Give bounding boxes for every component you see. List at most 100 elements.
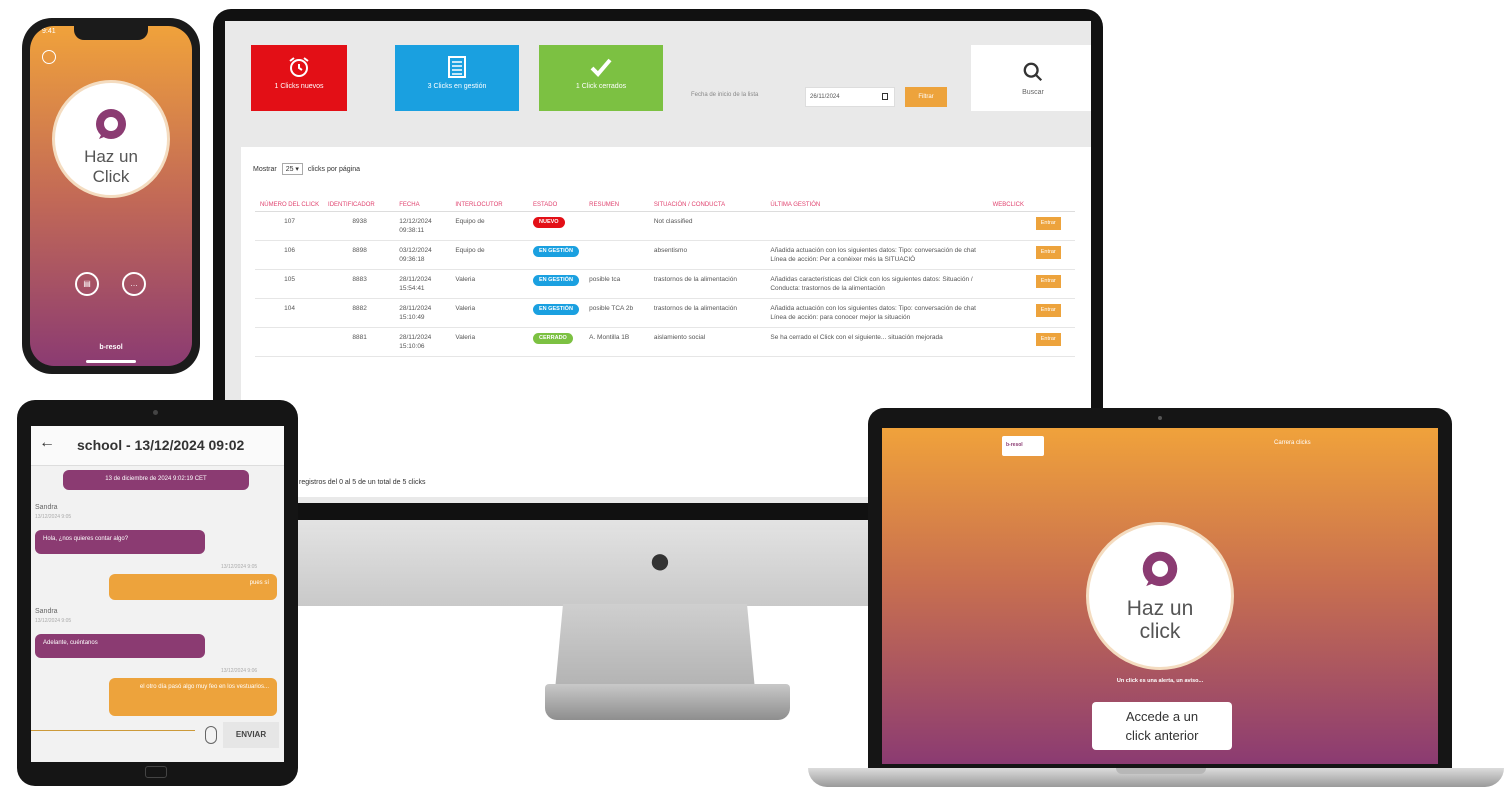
- closed-clicks-card[interactable]: 1 Click cerrados: [539, 45, 663, 111]
- closed-clicks-label: 1 Click cerrados: [575, 83, 627, 90]
- prev-button-line2: click anterior: [1125, 728, 1199, 743]
- cell-action: Entrar: [1031, 211, 1075, 241]
- cell-summary: [585, 211, 650, 241]
- web-menu[interactable]: Carrera clicks: [1274, 440, 1311, 446]
- tablet: ← school - 13/12/2024 09:02 13 de diciem…: [17, 400, 298, 786]
- prev-button-line1: Accede a un: [1125, 709, 1199, 724]
- haz-un-click-button[interactable]: Haz un click: [1086, 522, 1234, 670]
- enter-button[interactable]: Entrar: [1035, 217, 1061, 230]
- cell-identifier: 8881: [324, 327, 396, 357]
- chat-message: Adelante, cuéntanos: [35, 634, 205, 658]
- cell-identifier: 8883: [324, 269, 396, 299]
- clicks-table: NÚMERO DEL CLICK IDENTIFICADOR FECHA INT…: [255, 199, 1075, 357]
- back-arrow-icon[interactable]: ←: [39, 434, 55, 452]
- new-clicks-card[interactable]: 1 Clicks nuevos: [251, 45, 347, 111]
- status-badge: EN GESTIÓN: [533, 275, 579, 286]
- status-badge: EN GESTIÓN: [533, 246, 579, 257]
- enter-button[interactable]: Entrar: [1035, 275, 1061, 288]
- col-summary[interactable]: RESUMEN: [585, 199, 650, 212]
- table-row[interactable]: 105 8883 28/11/2024 15:54:41 Valeria EN …: [255, 269, 1075, 299]
- cell-last-management: Añadida actuación con los siguientes dat…: [766, 298, 989, 328]
- page-size-row: Mostrar 25 ▾ clicks por página: [253, 163, 360, 175]
- chat-message: pues sí: [109, 574, 277, 600]
- home-button[interactable]: [145, 766, 167, 778]
- cell-last-management: Añadidas características del Click con l…: [766, 269, 989, 299]
- col-interlocutor[interactable]: INTERLOCUTOR: [451, 199, 530, 212]
- previous-click-button[interactable]: Accede a un click anterior: [1092, 702, 1232, 750]
- filter-button[interactable]: Filtrar: [905, 87, 947, 107]
- cell-summary: A. Montilla 1B: [585, 327, 650, 357]
- cell-interlocutor: Valeria: [451, 327, 530, 357]
- col-webclick[interactable]: WEBCLICK: [988, 199, 1032, 212]
- monitor-stand: [555, 604, 755, 690]
- phone-title-line1: Haz un: [84, 147, 138, 166]
- message-input[interactable]: [31, 730, 195, 731]
- brand-logo[interactable]: b-resol: [1002, 436, 1044, 456]
- cell-last-management: Añadida actuación con los siguientes dat…: [766, 240, 989, 270]
- in-management-card[interactable]: 3 Clicks en gestión: [395, 45, 519, 111]
- cell-identifier: 8882: [324, 298, 396, 328]
- message-sender: Sandra: [35, 504, 58, 511]
- web-title-line2: click: [1139, 620, 1181, 643]
- enter-button[interactable]: Entrar: [1035, 246, 1061, 259]
- date-filter-value: 26/11/2024: [810, 94, 840, 100]
- table-row[interactable]: 106 8898 03/12/2024 09:36:18 Equipo de E…: [255, 240, 1075, 270]
- cell-situation: trastornos de la alimentación: [649, 298, 767, 328]
- cell-number: 105: [255, 269, 325, 299]
- menu-icon[interactable]: [42, 50, 56, 64]
- devices-mockup: 1 Clicks nuevos 3 Clicks en gestión 1 Cl…: [0, 0, 1506, 789]
- cell-action: Entrar: [1031, 240, 1075, 270]
- col-date[interactable]: FECHA: [395, 199, 452, 212]
- cell-identifier: 8938: [324, 211, 396, 241]
- chat-date-bubble: 13 de diciembre de 2024 9:02:19 CET: [63, 470, 249, 490]
- cell-number: 104: [255, 298, 325, 328]
- page-size-select[interactable]: 25 ▾: [281, 163, 303, 175]
- chat-title: school - 13/12/2024 09:02: [77, 437, 245, 453]
- cell-summary: posible tca: [585, 269, 650, 299]
- cell-date: 03/12/2024 09:36:18: [395, 240, 452, 270]
- cell-webclick: [988, 240, 1032, 270]
- search-icon: [1023, 62, 1043, 82]
- web-title-line1: Haz un: [1126, 597, 1194, 620]
- col-situation[interactable]: SITUACIÓN / CONDUCTA: [649, 199, 767, 212]
- date-filter-input[interactable]: 26/11/2024: [805, 87, 895, 107]
- cell-situation: absentismo: [649, 240, 767, 270]
- phone-brand: b-resol: [99, 344, 123, 351]
- cell-webclick: [988, 269, 1032, 299]
- cell-action: Entrar: [1031, 269, 1075, 299]
- cell-interlocutor: Equipo de: [451, 211, 530, 241]
- cell-situation: Not classified: [649, 211, 767, 241]
- cell-status: EN GESTIÓN: [529, 269, 586, 299]
- table-row[interactable]: 8881 28/11/2024 15:10:06 Valeria CERRADO…: [255, 327, 1075, 357]
- monitor-base: [545, 684, 790, 720]
- col-identifier[interactable]: IDENTIFICADOR: [324, 199, 396, 212]
- cell-number: 106: [255, 240, 325, 270]
- col-status[interactable]: ESTADO: [529, 199, 586, 212]
- cell-interlocutor: Valeria: [451, 298, 530, 328]
- cell-situation: aislamiento social: [649, 327, 767, 357]
- history-icon[interactable]: ▤: [75, 272, 99, 296]
- alarm-clock-icon: [289, 57, 309, 77]
- send-button[interactable]: ENVIAR: [223, 722, 279, 748]
- haz-un-click-button[interactable]: Haz un Click: [52, 80, 170, 198]
- enter-button[interactable]: Entrar: [1035, 333, 1061, 346]
- show-prefix: Mostrar: [253, 166, 277, 173]
- paperclip-icon[interactable]: [205, 726, 217, 744]
- chat-message: Hola, ¿nos quieres contar algo?: [35, 530, 205, 554]
- laptop: b-resol Carrera clicks Haz un click Un c…: [868, 408, 1452, 774]
- table-row[interactable]: 104 8882 28/11/2024 15:10:49 Valeria EN …: [255, 298, 1075, 328]
- chat-icon[interactable]: …: [122, 272, 146, 296]
- smartphone: 9:41 Haz un Click ▤ … b-resol: [22, 18, 200, 374]
- search-button[interactable]: Buscar: [971, 45, 1091, 111]
- cell-webclick: [988, 298, 1032, 328]
- cell-date: 28/11/2024 15:54:41: [395, 269, 452, 299]
- tablet-camera: [153, 410, 158, 415]
- col-number[interactable]: NÚMERO DEL CLICK: [255, 199, 325, 212]
- col-last-management[interactable]: ÚLTIMA GESTIÓN: [766, 199, 989, 212]
- laptop-camera: [1158, 416, 1162, 420]
- cell-date: 28/11/2024 15:10:49: [395, 298, 452, 328]
- records-info: registros del 0 al 5 de un total de 5 cl…: [299, 479, 426, 486]
- cell-interlocutor: Equipo de: [451, 240, 530, 270]
- enter-button[interactable]: Entrar: [1035, 304, 1061, 317]
- table-row[interactable]: 107 8938 12/12/2024 09:38:11 Equipo de N…: [255, 211, 1075, 241]
